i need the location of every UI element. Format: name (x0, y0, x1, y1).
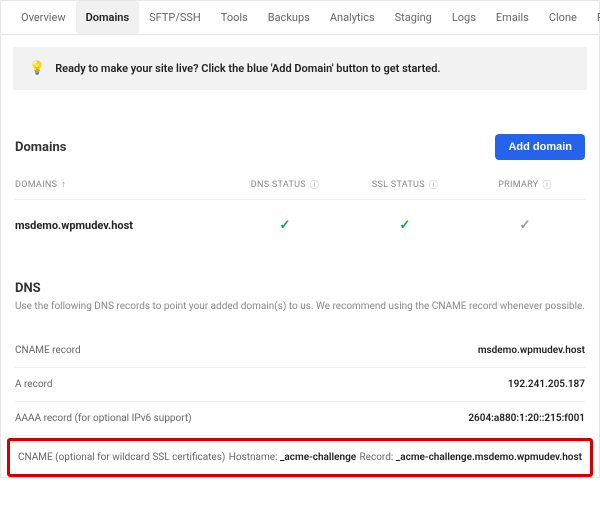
check-icon: ✓ (280, 218, 291, 233)
tab-analytics[interactable]: Analytics (320, 1, 385, 34)
dns-a-label: A record (15, 379, 52, 390)
col-ssl-header: SSL STATUS ⓘ (345, 178, 465, 191)
check-icon: ✓ (520, 218, 531, 233)
dns-title: DNS (15, 281, 585, 296)
tab-backups[interactable]: Backups (258, 1, 320, 34)
dns-wildcard-label: CNAME (optional for wildcard SSL certifi… (18, 452, 225, 463)
record-label: Record: (360, 452, 394, 463)
dns-a-value: 192.241.205.187 (508, 379, 585, 390)
col-primary-header: PRIMARY ⓘ (465, 178, 585, 191)
hostname-value: _acme-challenge (280, 452, 356, 463)
tab-overview[interactable]: Overview (11, 1, 76, 34)
dns-aaaa-value: 2604:a880:1:20::215:f001 (468, 413, 585, 424)
tab-pricing[interactable]: Pricing (587, 1, 600, 34)
dns-wildcard-row: CNAME (optional for wildcard SSL certifi… (7, 438, 593, 477)
dns-description: Use the following DNS records to point y… (15, 301, 585, 312)
tab-logs[interactable]: Logs (442, 1, 486, 34)
col-domain-label: DOMAINS (15, 180, 57, 190)
col-ssl-label: SSL STATUS (372, 180, 425, 190)
table-row[interactable]: msdemo.wpmudev.host ✓ ✓ ✓ (15, 200, 585, 251)
col-dns-label: DNS STATUS (251, 180, 306, 190)
info-icon[interactable]: ⓘ (310, 178, 319, 191)
tab-staging[interactable]: Staging (385, 1, 442, 34)
tab-domains[interactable]: Domains (76, 1, 140, 34)
tab-clone[interactable]: Clone (539, 1, 587, 34)
info-banner: 💡 Ready to make your site live? Click th… (13, 47, 587, 90)
dns-wildcard-hostname: Hostname: _acme-challenge (229, 452, 356, 463)
dns-a-row: A record 192.241.205.187 (15, 368, 585, 402)
dns-cname-value: msdemo.wpmudev.host (478, 345, 585, 356)
add-domain-button[interactable]: Add domain (495, 134, 585, 160)
hostname-label: Hostname: (229, 452, 278, 463)
tab-emails[interactable]: Emails (486, 1, 539, 34)
info-icon[interactable]: ⓘ (543, 178, 552, 191)
sort-arrow-up-icon: ↑ (61, 179, 66, 190)
dns-cname-row: CNAME record msdemo.wpmudev.host (15, 334, 585, 368)
domains-table-header: DOMAINS ↑ DNS STATUS ⓘ SSL STATUS ⓘ PRIM… (15, 170, 585, 200)
col-dns-header: DNS STATUS ⓘ (225, 178, 345, 191)
dns-aaaa-row: AAAA record (for optional IPv6 support) … (15, 402, 585, 436)
info-icon[interactable]: ⓘ (429, 178, 438, 191)
dns-wildcard-record: Record: _acme-challenge.msdemo.wpmudev.h… (360, 452, 582, 463)
tab-tools[interactable]: Tools (211, 1, 258, 34)
tab-sftp[interactable]: SFTP/SSH (139, 1, 211, 34)
check-icon: ✓ (400, 218, 411, 233)
tab-bar: Overview Domains SFTP/SSH Tools Backups … (1, 1, 599, 35)
domains-title: Domains (15, 140, 66, 155)
record-value: _acme-challenge.msdemo.wpmudev.host (396, 452, 582, 463)
dns-aaaa-label: AAAA record (for optional IPv6 support) (15, 413, 192, 424)
col-domain-header[interactable]: DOMAINS ↑ (15, 178, 225, 191)
banner-text: Ready to make your site live? Click the … (55, 62, 440, 75)
col-primary-label: PRIMARY (498, 180, 538, 190)
lightbulb-icon: 💡 (29, 61, 45, 76)
domain-name: msdemo.wpmudev.host (15, 219, 225, 232)
dns-cname-label: CNAME record (15, 345, 81, 356)
